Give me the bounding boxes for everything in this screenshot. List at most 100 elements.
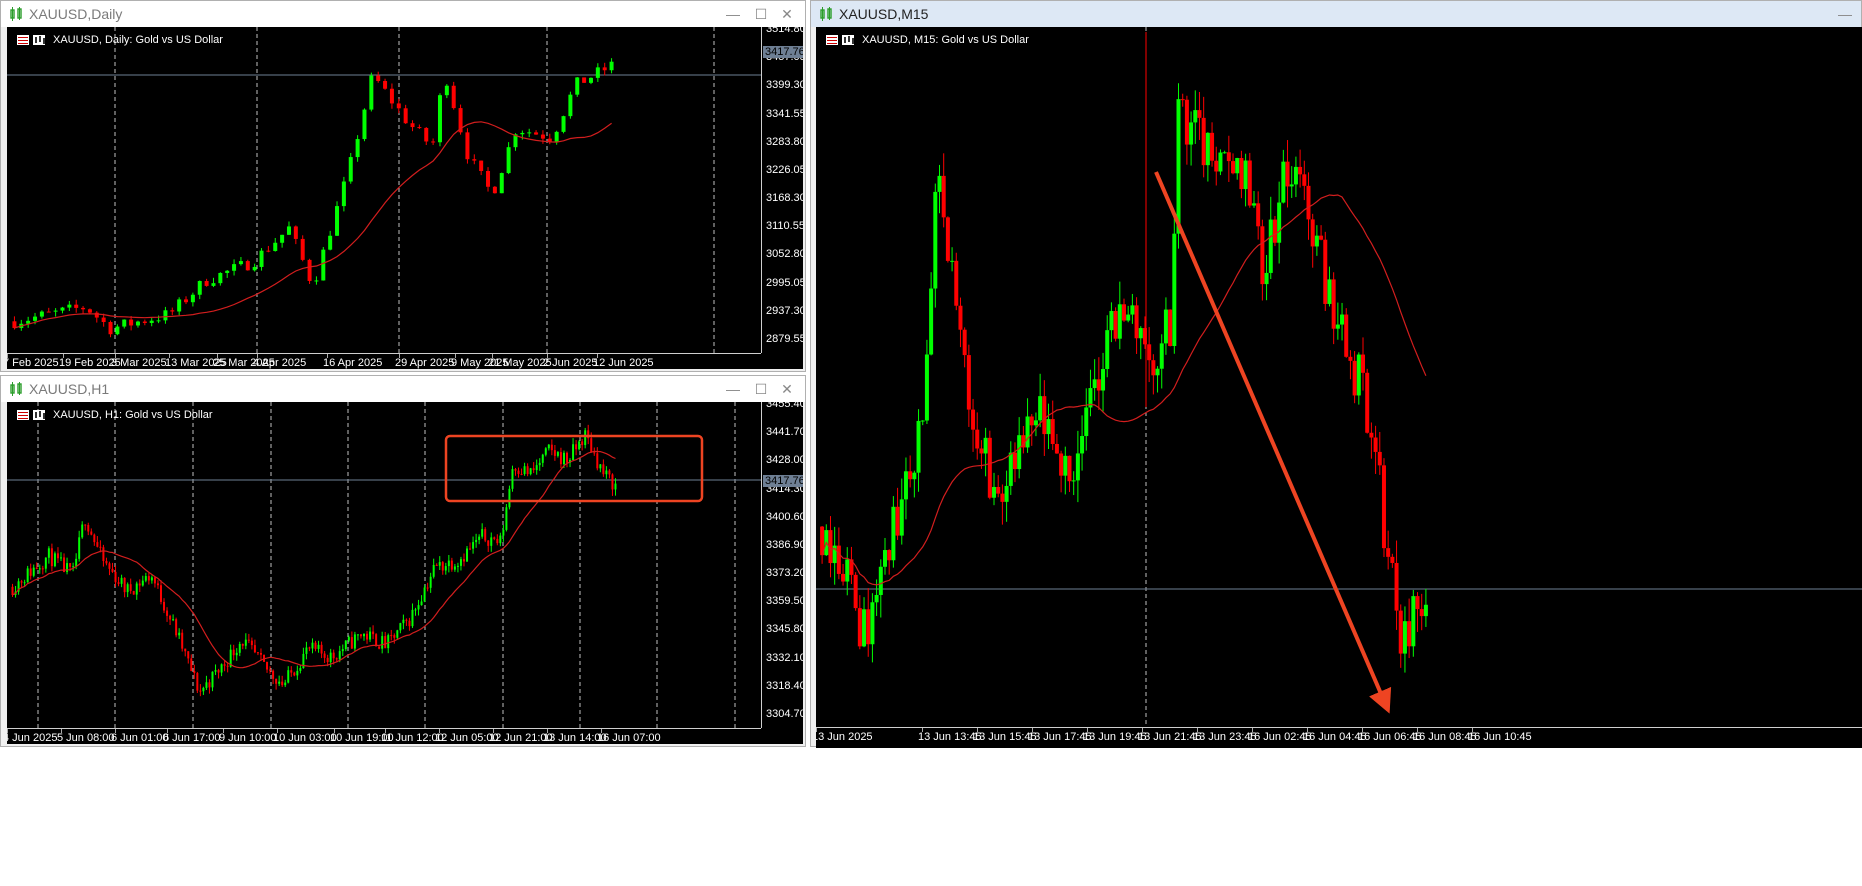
m15-chart-area[interactable]: XAUUSD, M15: Gold vs US Dollar 13 Jun 20…	[816, 27, 1862, 748]
candle-body	[1155, 368, 1160, 376]
candle-body	[582, 77, 587, 83]
time-axis-tick	[922, 728, 923, 732]
candle-body	[317, 644, 320, 649]
candle-body	[1331, 279, 1336, 329]
candle-body	[259, 652, 262, 655]
candle-body	[486, 170, 491, 187]
candle-body	[887, 550, 892, 561]
maximize-button[interactable]: ☐	[749, 4, 773, 24]
candle-body	[1226, 152, 1231, 162]
candle-body	[1256, 203, 1261, 227]
candle-body	[47, 548, 50, 558]
candle-body	[590, 438, 593, 453]
time-axis: 4 Jun 2025 5 Jun 08:00 6 Jun 01:00 6 Jun 17…	[7, 728, 761, 744]
m15-price-chart[interactable]	[816, 27, 1862, 748]
candle-body	[566, 452, 569, 463]
candle-body	[966, 355, 971, 410]
daily-price-chart[interactable]	[7, 27, 803, 369]
h1-chart-window[interactable]: XAUUSD,H1 — ☐ ✕ XAUUSD, H1: Gold vs US D…	[0, 375, 806, 747]
candle-body	[608, 470, 611, 475]
candle-body	[453, 566, 456, 570]
time-axis: 13 Jun 2025 13 Jun 13:45 13 Jun 15:45 13 Ju…	[816, 727, 1862, 748]
minimize-button[interactable]: —	[721, 4, 745, 24]
candle-body	[593, 452, 596, 454]
daily-chart-window[interactable]: XAUUSD,Daily — ☐ ✕ XAUUSD, Daily: Gold v…	[0, 0, 806, 372]
candle-body	[378, 646, 381, 649]
candle-body	[424, 127, 429, 142]
candle-body	[1344, 314, 1349, 357]
candle-body	[402, 619, 405, 624]
candle-body	[44, 557, 47, 569]
h1-chart-area[interactable]: XAUUSD, H1: Gold vs US Dollar 3455.40 344…	[7, 402, 803, 744]
minimize-button[interactable]: —	[1833, 4, 1857, 24]
candle-body	[550, 444, 553, 451]
candle-body	[193, 671, 196, 674]
candle-body	[50, 548, 53, 567]
candle-body	[393, 635, 396, 638]
m15-chart-window[interactable]: XAUUSD,M15 — XAUUSD, M15: Gold vs US Dol…	[810, 0, 1862, 748]
candle-body	[912, 472, 917, 480]
candle-body	[199, 690, 202, 692]
candle-body	[945, 217, 950, 261]
candle-body	[69, 563, 72, 567]
daily-title-bar[interactable]: XAUUSD,Daily — ☐ ✕	[1, 1, 805, 27]
candle-body	[1260, 226, 1265, 285]
h1-chart-label: XAUUSD, H1: Gold vs US Dollar	[17, 408, 213, 422]
candle-body	[156, 320, 161, 322]
candle-body	[1356, 354, 1361, 396]
candle-body	[205, 682, 208, 688]
minimize-button[interactable]: —	[721, 379, 745, 399]
candle-body	[159, 585, 162, 602]
time-axis-tick	[63, 354, 64, 358]
candle-body	[381, 636, 384, 649]
maximize-button[interactable]: ☐	[749, 379, 773, 399]
candle-body	[520, 473, 523, 475]
time-axis-tick	[977, 728, 978, 732]
time-axis-tick	[385, 729, 386, 733]
close-button[interactable]: ✕	[775, 4, 799, 24]
candle-body	[1193, 110, 1198, 123]
candle-body	[328, 235, 333, 250]
candle-body	[396, 630, 399, 638]
candle-body	[475, 539, 478, 543]
candle-body	[348, 157, 353, 182]
candle-body	[39, 311, 44, 317]
candle-body	[502, 529, 505, 536]
candle-body	[135, 583, 138, 595]
candle-body	[232, 264, 237, 271]
candle-body	[111, 568, 114, 572]
candle-body	[253, 645, 256, 653]
candle-body	[326, 657, 329, 663]
candle-body	[492, 186, 497, 194]
candle-body	[950, 260, 955, 262]
candle-body	[141, 580, 144, 586]
candle-body	[496, 538, 499, 544]
candle-body	[841, 573, 846, 582]
candle-body	[1054, 443, 1059, 454]
close-button[interactable]: ✕	[775, 379, 799, 399]
h1-price-chart[interactable]	[7, 402, 803, 744]
candle-body	[1117, 304, 1122, 339]
candle-body	[899, 499, 904, 536]
candle-body	[1151, 360, 1156, 376]
h1-title-bar[interactable]: XAUUSD,H1 — ☐ ✕	[1, 376, 805, 402]
candle-body	[84, 524, 87, 526]
time-axis-tick	[1307, 728, 1308, 732]
candle-body	[344, 640, 347, 650]
time-axis-tick	[217, 354, 218, 358]
candle-body	[487, 540, 490, 546]
candle-body	[1218, 152, 1223, 172]
candle-body	[204, 281, 209, 286]
candle-body	[547, 444, 550, 449]
price-axis-label: 3441.70	[766, 426, 803, 439]
daily-chart-area[interactable]: XAUUSD, Daily: Gold vs US Dollar 3514.80…	[7, 27, 803, 369]
time-axis-tick	[167, 729, 168, 733]
candle-body	[556, 452, 559, 456]
moving-average-line	[821, 194, 1427, 586]
m15-title-bar[interactable]: XAUUSD,M15 —	[811, 1, 1861, 27]
candle-body	[1147, 344, 1152, 361]
candle-body	[1101, 368, 1106, 391]
candle-body	[323, 653, 326, 658]
candle-body	[499, 535, 502, 544]
time-axis-label: 13 Jun 2025	[816, 731, 873, 743]
